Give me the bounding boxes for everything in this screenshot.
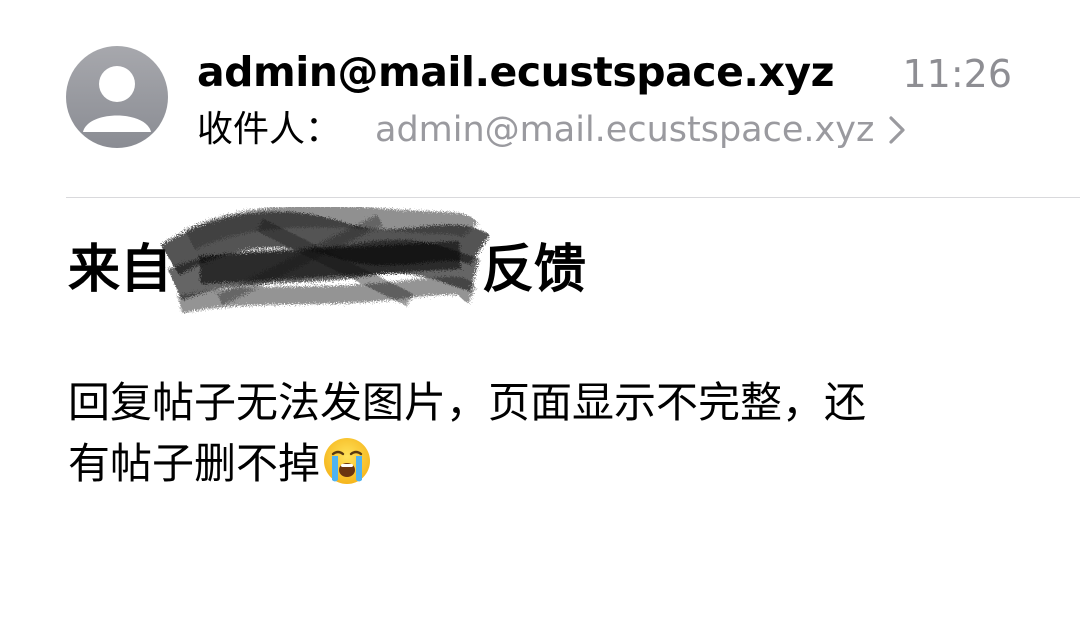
recipient-row[interactable]: 收件人： admin@mail.ecustspace.xyz <box>197 102 906 158</box>
body-line-2: 有帖子删不掉 <box>68 439 321 488</box>
email-subject: 来自 反馈 <box>68 232 586 308</box>
sender-avatar[interactable] <box>66 46 168 148</box>
chevron-right-icon <box>889 116 905 144</box>
timestamp: 11:26 <box>902 52 1012 96</box>
recipient-label: 收件人： <box>197 109 342 150</box>
loudly-crying-face-icon <box>324 438 371 484</box>
body-line-1: 回复帖子无法发图片，页面显示不完整，还 <box>68 378 867 427</box>
subject-suffix: 反馈 <box>482 240 587 300</box>
sender-address[interactable]: admin@mail.ecustspace.xyz <box>197 44 835 100</box>
header-divider <box>66 197 1080 198</box>
subject-prefix: 来自 <box>68 240 173 300</box>
recipient-address: admin@mail.ecustspace.xyz <box>375 110 875 150</box>
email-body: 回复帖子无法发图片，页面显示不完整，还 有帖子删不掉 <box>68 372 1008 494</box>
redacted-area <box>172 232 482 308</box>
person-avatar-icon <box>83 66 151 132</box>
